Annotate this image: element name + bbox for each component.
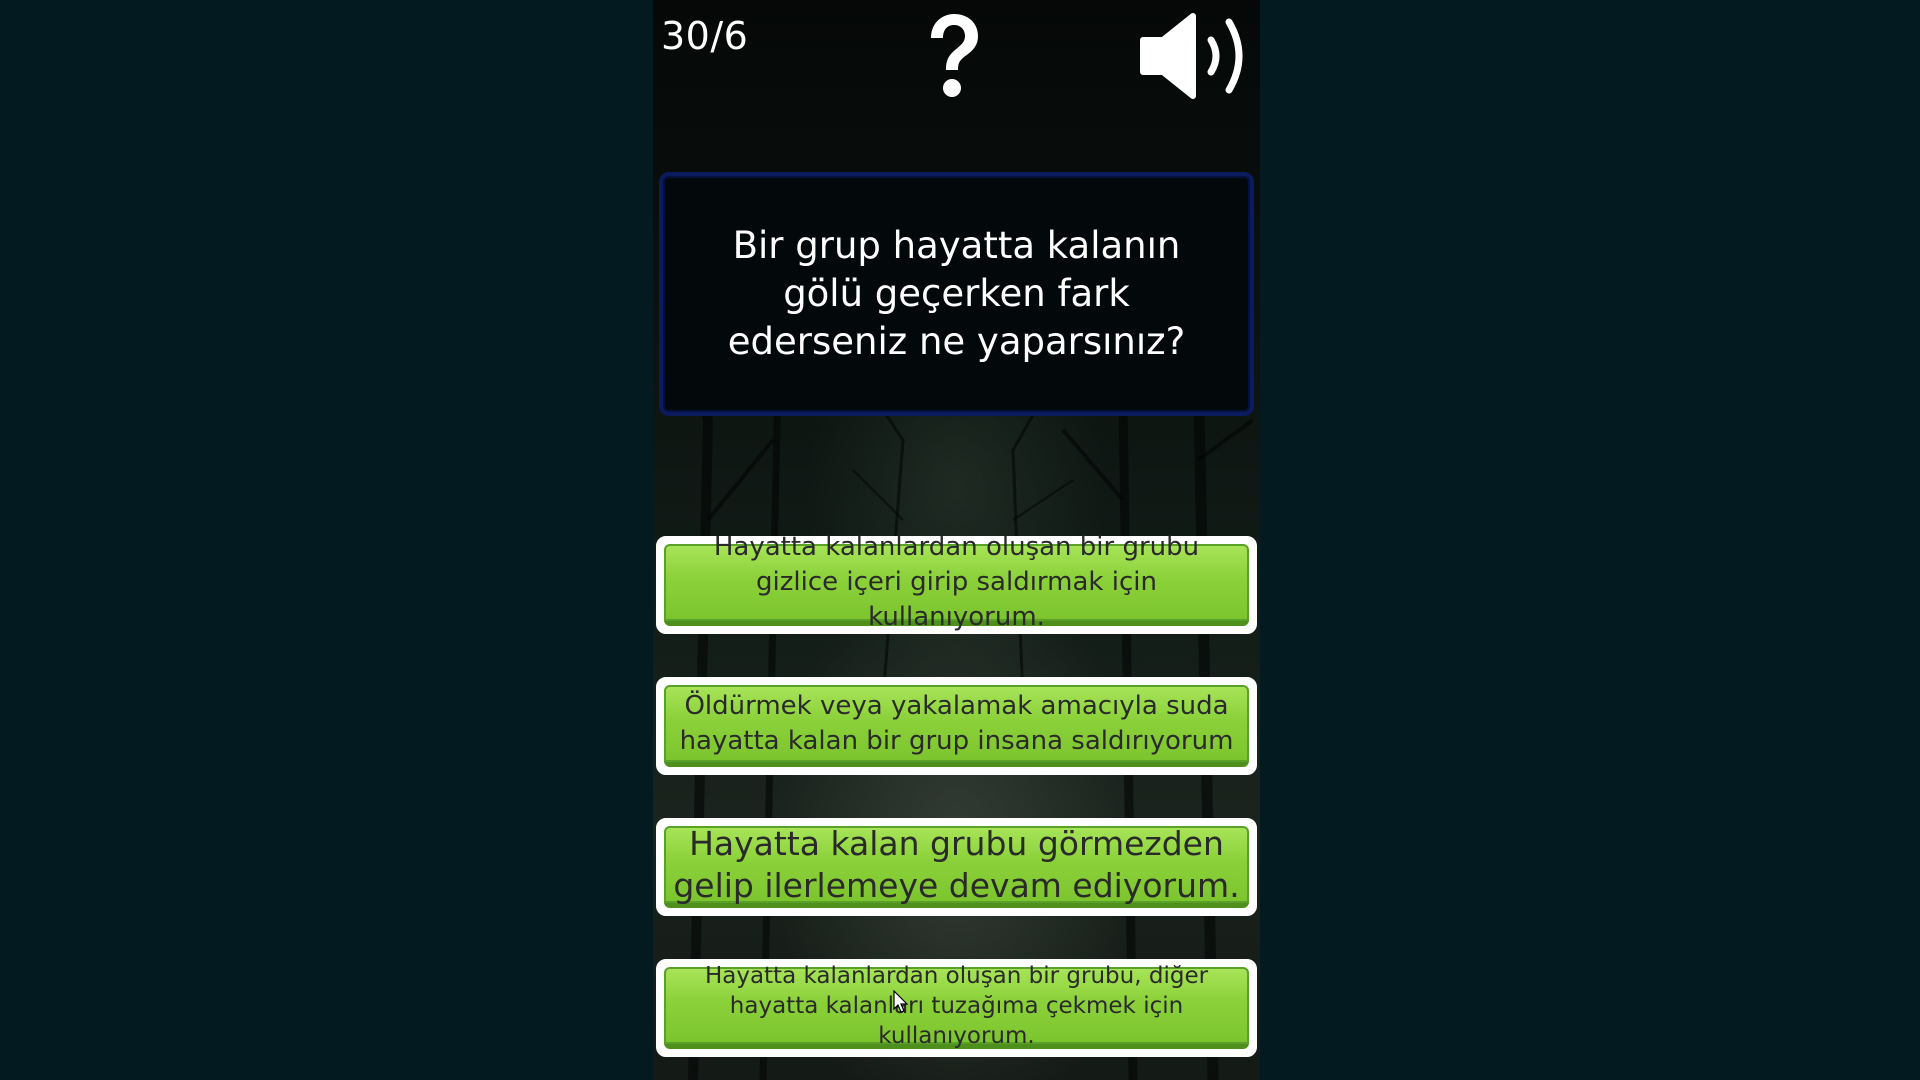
answer-button-2[interactable]: Öldürmek veya yakalamak amacıyla suda ha… bbox=[656, 677, 1257, 775]
question-panel: Bir grup hayatta kalanın gölü geçerken f… bbox=[659, 172, 1254, 416]
answer-button-3[interactable]: Hayatta kalan grubu görmezden gelip iler… bbox=[656, 818, 1257, 916]
game-screen: 30/6 Bir grup hayatta kalanın gölü geçer… bbox=[653, 0, 1260, 1080]
answer-text: Hayatta kalanlardan oluşan bir grubu giz… bbox=[713, 532, 1200, 632]
answer-button-1[interactable]: Hayatta kalanlardan oluşan bir grubu giz… bbox=[656, 532, 1257, 634]
answer-text: Hayatta kalan grubu görmezden gelip iler… bbox=[673, 823, 1240, 905]
answer-text: Öldürmek veya yakalamak amacıyla suda ha… bbox=[679, 690, 1234, 756]
question-mark-icon[interactable] bbox=[921, 12, 985, 100]
question-text: Bir grup hayatta kalanın gölü geçerken f… bbox=[727, 224, 1186, 363]
answer-button-face[interactable]: Hayatta kalanlardan oluşan bir grubu, di… bbox=[664, 963, 1249, 1049]
speaker-volume-icon[interactable] bbox=[1137, 10, 1252, 102]
answer-button-face[interactable]: Öldürmek veya yakalamak amacıyla suda ha… bbox=[664, 685, 1249, 767]
answer-button-face[interactable]: Hayatta kalanlardan oluşan bir grubu giz… bbox=[664, 532, 1249, 632]
question-counter: 30/6 bbox=[661, 14, 749, 58]
mouse-cursor-icon bbox=[893, 990, 909, 1013]
answer-text: Hayatta kalanlardan oluşan bir grubu, di… bbox=[704, 962, 1209, 1049]
answer-button-4[interactable]: Hayatta kalanlardan oluşan bir grubu, di… bbox=[656, 959, 1257, 1057]
answer-button-face[interactable]: Hayatta kalan grubu görmezden gelip iler… bbox=[664, 823, 1249, 908]
